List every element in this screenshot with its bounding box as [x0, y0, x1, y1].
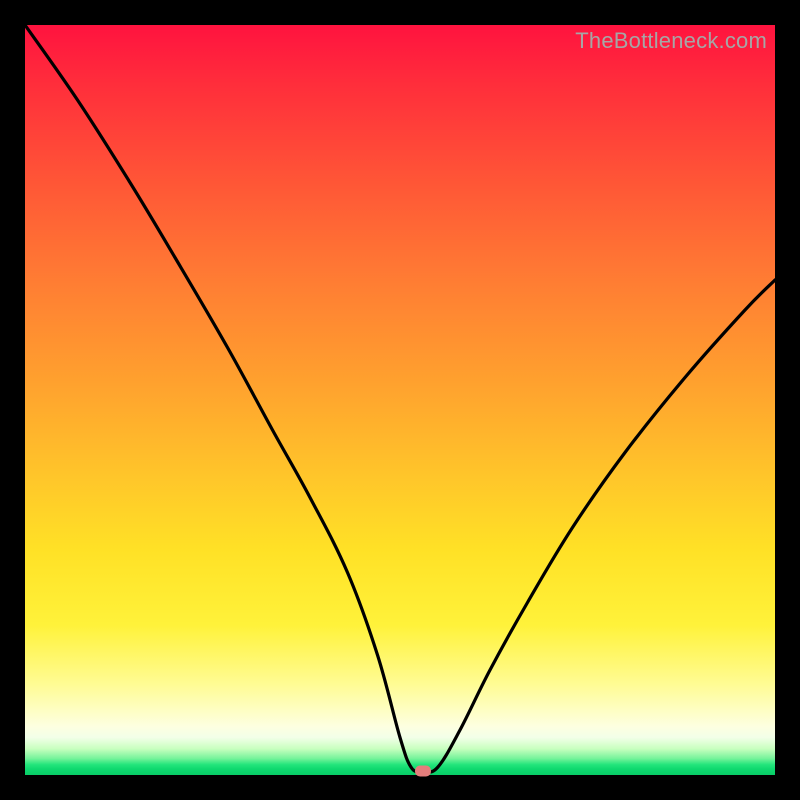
- curve-path: [25, 25, 775, 772]
- optimal-point-marker: [415, 766, 431, 777]
- bottleneck-curve: [25, 25, 775, 775]
- watermark-label: TheBottleneck.com: [575, 28, 767, 54]
- chart-frame: TheBottleneck.com: [0, 0, 800, 800]
- plot-area: TheBottleneck.com: [25, 25, 775, 775]
